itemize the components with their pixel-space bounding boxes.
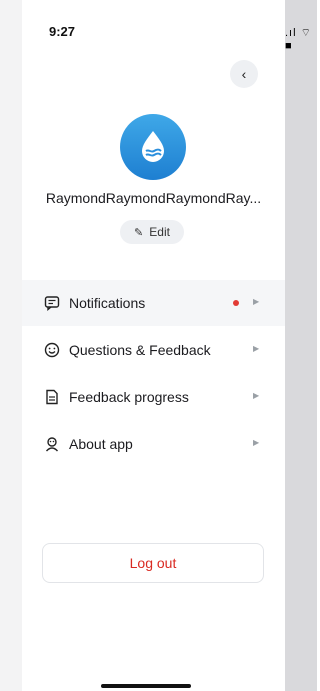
notification-dot (233, 300, 239, 306)
window-edge (0, 0, 23, 691)
status-time: 9:27 (49, 24, 76, 39)
menu-item-label: Feedback progress (69, 389, 189, 405)
menu-item-about-app[interactable]: About app ▶ (22, 421, 285, 467)
status-icons: .ıl ⌔ ■ (285, 27, 312, 52)
smile-icon (44, 342, 60, 358)
document-icon (44, 389, 60, 405)
menu-item-label: About app (69, 436, 133, 452)
logout-button[interactable]: Log out (42, 543, 264, 583)
chevron-right-icon: ▶ (253, 297, 260, 306)
menu-item-questions-feedback[interactable]: Questions & Feedback ▶ (22, 327, 285, 373)
back-button[interactable]: ‹ (230, 60, 258, 88)
menu-item-feedback-progress[interactable]: Feedback progress ▶ (22, 374, 285, 420)
menu-item-notifications[interactable]: Notifications ▶ (22, 280, 285, 326)
side-drawer: 9:27 ‹ RaymondRaymondRaymondRay... ✎ Edi… (22, 0, 285, 691)
menu-item-label: Questions & Feedback (69, 342, 211, 358)
water-drop-icon (142, 131, 164, 162)
chevron-right-icon: ▶ (253, 438, 260, 447)
user-badge-icon (44, 436, 60, 452)
menu-item-label: Notifications (69, 295, 146, 311)
chevron-left-icon: ‹ (241, 66, 247, 82)
username: RaymondRaymondRaymondRay... (45, 190, 262, 206)
message-icon (44, 295, 60, 311)
background-page[interactable]: .ıl ⌔ ■ ≡ MY SH MY (285, 0, 317, 691)
edit-profile-button[interactable]: ✎ Edit (120, 220, 184, 244)
pencil-icon: ✎ (134, 226, 144, 239)
chevron-right-icon: ▶ (253, 344, 260, 353)
edit-label: Edit (149, 225, 170, 239)
chevron-right-icon: ▶ (253, 391, 260, 400)
home-indicator[interactable] (101, 684, 191, 688)
avatar[interactable] (120, 114, 186, 180)
screen: .ıl ⌔ ■ ≡ MY SH MY 9:27 ‹ RaymondRaymond… (0, 0, 317, 691)
